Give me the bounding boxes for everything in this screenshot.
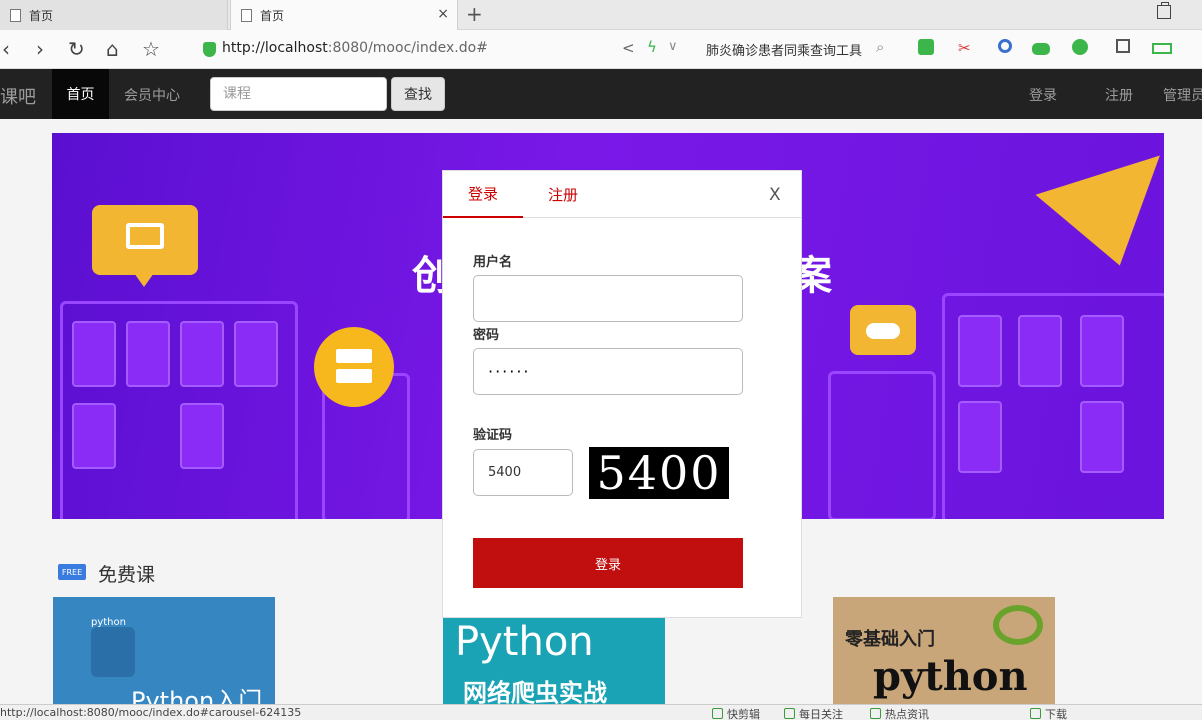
banner-window (180, 321, 224, 387)
captcha-image[interactable]: 5400 (589, 446, 729, 500)
download-icon (1030, 708, 1041, 719)
close-icon[interactable]: X (769, 185, 781, 205)
database-icon (314, 327, 394, 407)
course-card-subtitle: 网络爬虫实战 (463, 679, 607, 707)
browser-tab-1[interactable]: 首页 (0, 0, 228, 30)
search-button[interactable]: 查找 (391, 77, 445, 111)
course-card-subtitle: 零基础入门 (845, 629, 935, 650)
status-item-label: 每日关注 (799, 708, 843, 720)
clip-icon (712, 708, 723, 719)
browser-status-bar: http://localhost:8080/mooc/index.do#caro… (0, 704, 1202, 720)
modal-header: 登录 注册 X (443, 171, 801, 218)
login-modal: 登录 注册 X 用户名 密码 验证码 5400 登录 (442, 170, 802, 618)
new-tab-icon[interactable]: + (466, 2, 483, 26)
restore-window-icon[interactable] (1157, 2, 1171, 19)
free-badge: FREE (58, 564, 86, 580)
back-icon[interactable]: ‹ (2, 38, 10, 60)
search-icon[interactable]: ⌕ (876, 38, 884, 56)
shield-icon (203, 42, 216, 57)
share-icon[interactable]: < (622, 39, 635, 57)
username-field[interactable] (473, 275, 743, 322)
password-field[interactable] (473, 348, 743, 395)
banner-window (234, 321, 278, 387)
status-item[interactable]: 下载 (1030, 706, 1067, 720)
tab-title: 首页 (29, 8, 54, 23)
cloud-icon (850, 305, 916, 355)
scissors-icon[interactable]: ✂ (958, 39, 971, 57)
tab-register[interactable]: 注册 (531, 171, 595, 218)
address-bar: ‹ › ↻ ⌂ ☆ http://localhost:8080/mooc/ind… (0, 30, 1202, 69)
magnifier-icon[interactable] (998, 39, 1012, 53)
apps-icon[interactable] (1116, 39, 1130, 53)
play-icon (784, 708, 795, 719)
banner-window (1080, 401, 1124, 473)
refresh-icon[interactable]: ↻ (68, 38, 85, 60)
login-submit-button[interactable]: 登录 (473, 538, 743, 588)
brand-logo[interactable]: 课吧 (0, 83, 36, 109)
document-icon (10, 8, 21, 22)
bolt-icon[interactable]: ϟ (647, 38, 657, 56)
battery-icon (1152, 43, 1172, 54)
chevron-down-icon[interactable]: ∨ (668, 39, 678, 54)
extension-icon[interactable] (918, 39, 934, 55)
username-label: 用户名 (473, 255, 513, 270)
url-host: http://localhost (222, 40, 328, 56)
gamepad-icon[interactable] (1032, 43, 1050, 55)
course-card-title: python (873, 653, 1028, 700)
banner-window (126, 321, 170, 387)
tab-login[interactable]: 登录 (443, 171, 523, 218)
status-item-label: 热点资讯 (885, 708, 929, 720)
tab-title: 首页 (260, 9, 285, 23)
browser-tab-2[interactable]: 首页 × (230, 0, 458, 31)
browser-tab-bar: 首页 首页 × + (0, 0, 1202, 31)
forward-icon[interactable]: › (36, 38, 44, 60)
course-card-title: Python (455, 619, 594, 665)
banner-building (828, 371, 936, 519)
banner-window (72, 403, 116, 469)
course-card-small: python (91, 617, 126, 628)
captcha-field[interactable] (473, 449, 573, 496)
banner-window (958, 315, 1002, 387)
banner-window (72, 321, 116, 387)
course-search-input[interactable] (210, 77, 387, 111)
status-url: http://localhost:8080/mooc/index.do#caro… (0, 706, 302, 719)
status-item[interactable]: 快剪辑 (712, 706, 760, 720)
password-label: 密码 (473, 328, 500, 343)
course-card[interactable]: python Python入门 (53, 597, 275, 707)
close-tab-icon[interactable]: × (437, 6, 449, 22)
course-card[interactable]: 零基础入门 python (833, 597, 1055, 707)
nav-home[interactable]: 首页 (52, 69, 109, 119)
browser-search-hint[interactable]: 肺炎确诊患者同乘查询工具 (706, 40, 874, 59)
captcha-label: 验证码 (473, 428, 513, 443)
banner-window (1018, 315, 1062, 387)
nav-member-center[interactable]: 会员中心 (124, 85, 180, 105)
money-icon[interactable] (1072, 39, 1088, 55)
banner-window (1080, 315, 1124, 387)
news-icon (870, 708, 881, 719)
url-path: :8080/mooc/index.do# (327, 40, 488, 56)
site-navbar: 课吧 首页 会员中心 查找 登录 注册 管理员 (0, 69, 1202, 119)
section-title: 免费课 (98, 564, 156, 586)
nav-login[interactable]: 登录 (1029, 85, 1057, 105)
snake-icon (993, 605, 1043, 645)
status-item-label: 下载 (1045, 708, 1067, 720)
paper-plane-icon (1035, 133, 1164, 266)
nav-register[interactable]: 注册 (1105, 85, 1133, 105)
star-icon[interactable]: ☆ (142, 38, 160, 60)
monitor-icon (92, 205, 198, 287)
python-logo-icon (91, 627, 135, 677)
banner-window (958, 401, 1002, 473)
url-field[interactable]: http://localhost:8080/mooc/index.do# (222, 40, 488, 56)
home-icon[interactable]: ⌂ (106, 38, 119, 60)
status-item-label: 快剪辑 (727, 708, 760, 720)
banner-window (180, 403, 224, 469)
status-item[interactable]: 每日关注 (784, 706, 843, 720)
nav-admin[interactable]: 管理员 (1163, 85, 1202, 105)
document-icon (241, 9, 252, 22)
status-item[interactable]: 热点资讯 (870, 706, 929, 720)
